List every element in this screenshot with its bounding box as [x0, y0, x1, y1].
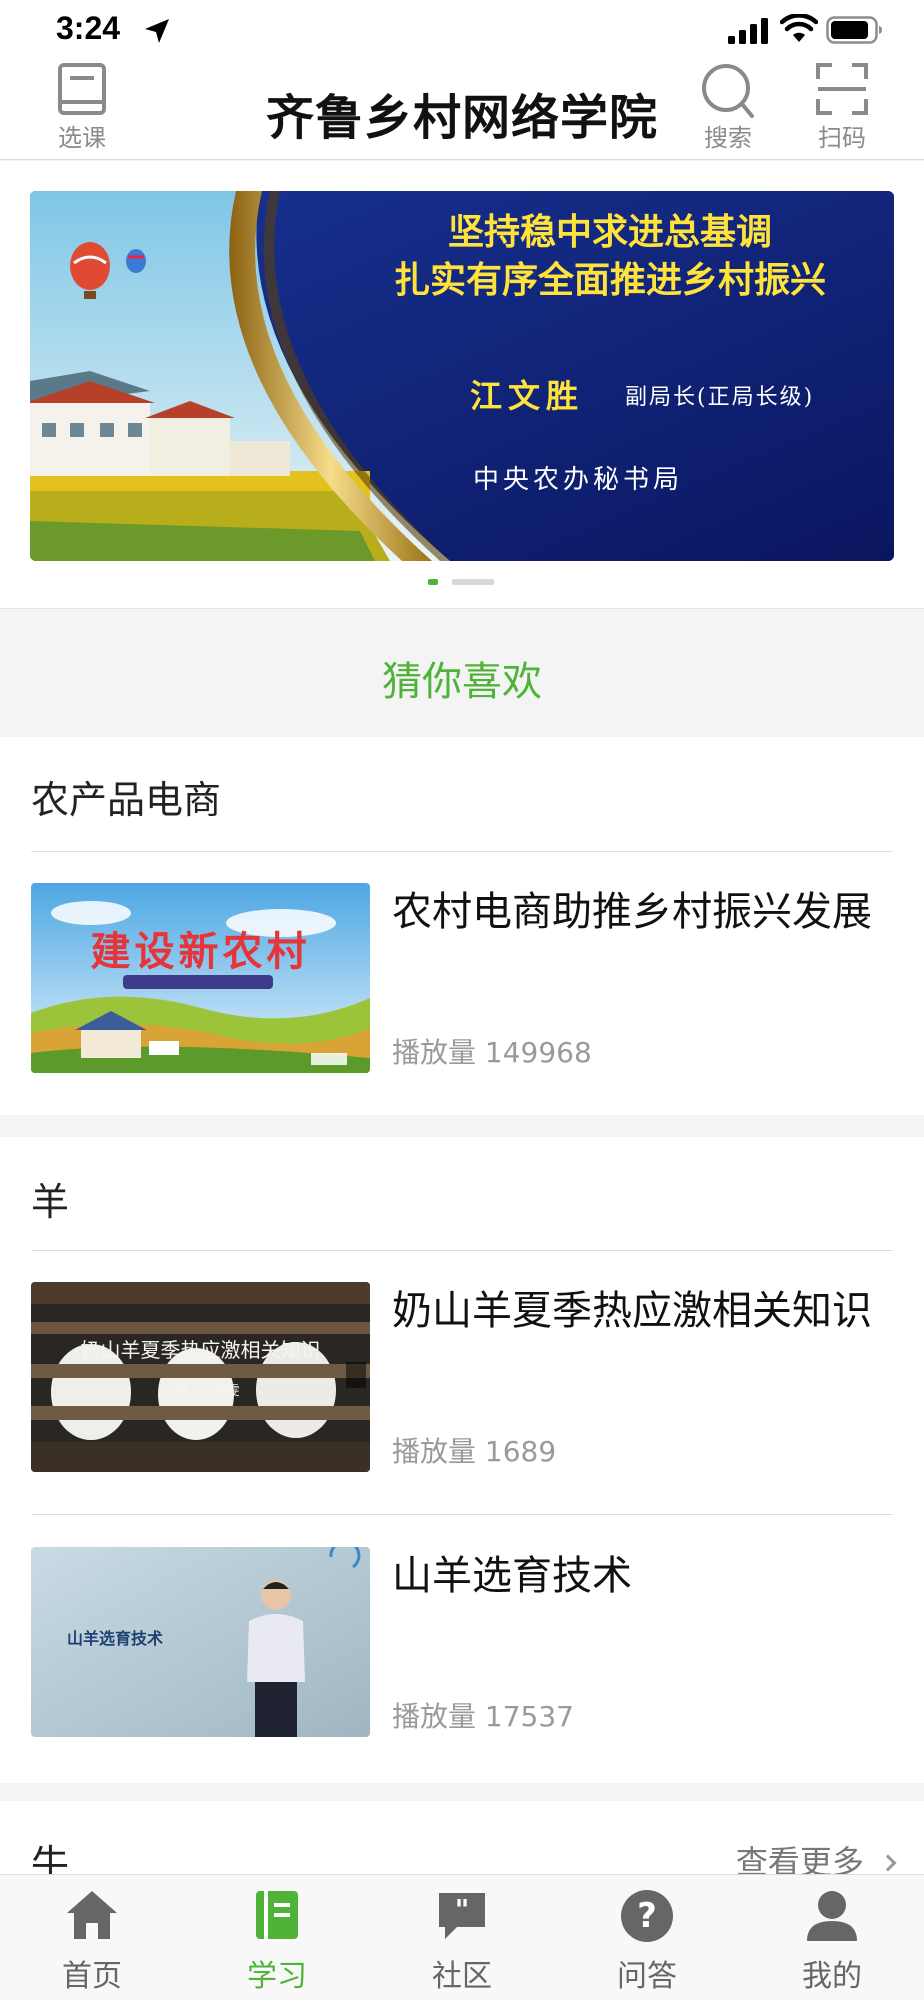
- play-count: 播放量 17537: [392, 1700, 574, 1733]
- thumbnail-image: [31, 1282, 370, 1472]
- course-title: 农村电商助推乡村振兴发展: [392, 889, 872, 935]
- tab-qa-label: 问答: [617, 1959, 677, 1994]
- tab-learn-label: 学习: [247, 1959, 307, 1994]
- banner-speaker: 江文胜: [470, 377, 585, 415]
- page-title: 齐鲁乡村网络学院: [265, 90, 658, 146]
- course-item[interactable]: 奶山羊夏季热应激相关知识 主讲人：宋雯 奶山羊夏季热应激相关知识 播放量 168…: [0, 1282, 924, 1472]
- cellular-signal-icon: [728, 18, 768, 44]
- category-section-ecommerce: 农产品电商 建设新农村 农村电商助推乡村振兴发展 播放量 149968: [0, 737, 924, 1115]
- pager-dot-active[interactable]: [428, 579, 438, 585]
- course-title: 奶山羊夏季热应激相关知识: [392, 1288, 872, 1334]
- location-arrow-icon: [145, 19, 169, 43]
- status-bar: 3:24: [0, 0, 924, 60]
- tab-home-label: 首页: [62, 1959, 122, 1994]
- tab-home[interactable]: 首页: [32, 1875, 152, 2000]
- pager-dot[interactable]: [452, 579, 494, 585]
- play-count: 播放量 1689: [392, 1435, 557, 1468]
- scan-icon: [816, 63, 868, 115]
- banner-title-line1: 坚持稳中求进总基调: [447, 212, 772, 253]
- chevron-right-icon: [879, 1854, 897, 1872]
- battery-icon: [826, 16, 883, 44]
- course-title: 山羊选育技术: [392, 1553, 632, 1599]
- category-section-sheep: 羊 奶山羊夏季热应激相关知识 主讲人：宋雯 奶山羊夏季热应激相关知识 播放量 1…: [0, 1137, 924, 1783]
- search-button[interactable]: 搜索: [683, 60, 773, 160]
- category-section-cattle: 牛 查看更多: [0, 1801, 924, 1886]
- chat-quote-icon: ": [439, 1893, 485, 1939]
- tab-community[interactable]: " 社区: [402, 1875, 522, 2000]
- search-label: 搜索: [704, 124, 752, 152]
- course-item[interactable]: 山羊选育技术 山羊选育技术 播放量 17537: [0, 1547, 924, 1737]
- recommend-header: 猜你喜欢: [0, 609, 924, 737]
- thumbnail-image: [31, 883, 370, 1073]
- svg-text:": ": [455, 1893, 470, 1926]
- tab-qa[interactable]: ? 问答: [587, 1875, 707, 2000]
- tab-me[interactable]: 我的: [772, 1875, 892, 2000]
- scan-label: 扫码: [818, 124, 866, 152]
- tab-learn[interactable]: 学习: [217, 1875, 337, 2000]
- svg-text:?: ?: [637, 1896, 657, 1936]
- book-icon: [256, 1891, 298, 1939]
- tab-me-label: 我的: [802, 1959, 862, 1994]
- item-divider: [31, 1514, 893, 1515]
- carousel-pager: [0, 579, 924, 587]
- home-icon: [67, 1891, 117, 1939]
- wifi-icon: [780, 14, 818, 42]
- thumbnail-caption: 山羊选育技术: [67, 1629, 164, 1648]
- banner-carousel: 坚持稳中求进总基调 扎实有序全面推进乡村振兴 江文胜 副局长(正局长级) 中央农…: [0, 161, 924, 609]
- banner-slide[interactable]: 坚持稳中求进总基调 扎实有序全面推进乡村振兴 江文胜 副局长(正局长级) 中央农…: [30, 191, 894, 561]
- section-title: 农产品电商: [31, 778, 222, 822]
- section-divider: [31, 1250, 893, 1251]
- search-icon: [702, 64, 754, 118]
- section-divider: [31, 851, 893, 852]
- tab-community-label: 社区: [432, 1959, 492, 1994]
- course-thumbnail: 山羊选育技术: [31, 1547, 370, 1737]
- thumbnail-caption: 建设新农村: [90, 929, 311, 975]
- question-icon: ?: [621, 1890, 673, 1942]
- play-count: 播放量 149968: [392, 1036, 592, 1069]
- user-icon: [807, 1891, 857, 1941]
- thumbnail-subcaption: 主讲人：宋雯: [161, 1384, 240, 1399]
- status-time: 3:24: [56, 10, 121, 46]
- app-header: 选课 齐鲁乡村网络学院 搜索 扫码: [0, 60, 924, 160]
- banner-title-line2: 扎实有序全面推进乡村振兴: [393, 260, 826, 301]
- bottom-tab-bar: 首页 学习 " 社区 ? 问答 我的: [0, 1874, 924, 2000]
- banner-speaker-role: 副局长(正局长级): [625, 385, 815, 410]
- banner-organization: 中央农办秘书局: [473, 465, 684, 495]
- section-title: 羊: [31, 1180, 70, 1224]
- thumbnail-caption: 奶山羊夏季热应激相关知识: [80, 1338, 321, 1362]
- course-thumbnail: 奶山羊夏季热应激相关知识 主讲人：宋雯: [31, 1282, 370, 1472]
- scan-button[interactable]: 扫码: [797, 60, 887, 160]
- course-thumbnail: 建设新农村: [31, 883, 370, 1073]
- recommend-label: 猜你喜欢: [382, 659, 542, 705]
- course-item[interactable]: 建设新农村 农村电商助推乡村振兴发展 播放量 149968: [0, 883, 924, 1073]
